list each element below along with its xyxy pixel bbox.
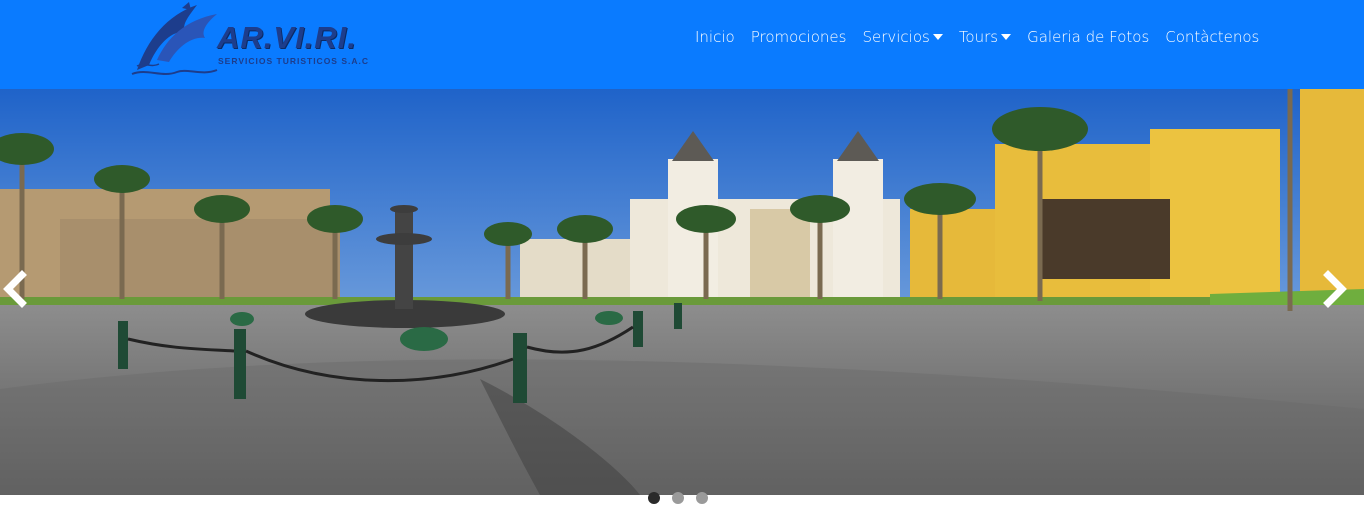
hero-carousel (0, 89, 1364, 495)
plaza-panorama-image (0, 89, 1364, 495)
nav-item-promociones[interactable]: Promociones (743, 28, 855, 46)
caret-down-icon (1001, 34, 1012, 40)
nav-item-tours[interactable]: Tours (951, 28, 1019, 46)
chevron-right-icon (1323, 270, 1347, 308)
nav-label: Contàctenos (1165, 28, 1260, 46)
carousel-next-button[interactable] (1318, 269, 1358, 309)
brand-logo[interactable]: AR.VI.RI. SERVICIOS TURISTICOS S.A.C (127, 0, 387, 80)
nav-label: Galeria de Fotos (1027, 28, 1150, 46)
nav-label: Inicio (695, 28, 735, 46)
main-menu: Inicio Promociones Servicios Tours Galer… (687, 22, 1267, 52)
nav-label: Promociones (750, 28, 847, 46)
chevron-left-icon (3, 270, 27, 308)
carousel-indicator-1[interactable] (648, 492, 660, 504)
caret-down-icon (932, 34, 943, 40)
nav-item-contactenos[interactable]: Contàctenos (1157, 28, 1267, 46)
nav-label: Tours (958, 28, 999, 46)
carousel-prev-button[interactable] (0, 269, 40, 309)
dolphins-logo-icon (131, 2, 218, 75)
nav-item-galeria[interactable]: Galeria de Fotos (1019, 28, 1157, 46)
nav-label: Servicios (862, 28, 930, 46)
carousel-indicator-3[interactable] (696, 492, 708, 504)
carousel-indicators (648, 492, 708, 504)
carousel-indicator-2[interactable] (672, 492, 684, 504)
brand-name: AR.VI.RI. (217, 20, 357, 55)
top-navbar: AR.VI.RI. SERVICIOS TURISTICOS S.A.C Ini… (0, 0, 1364, 89)
brand-subtitle: SERVICIOS TURISTICOS S.A.C (218, 56, 370, 66)
nav-item-servicios[interactable]: Servicios (854, 28, 950, 46)
nav-item-inicio[interactable]: Inicio (687, 28, 743, 46)
